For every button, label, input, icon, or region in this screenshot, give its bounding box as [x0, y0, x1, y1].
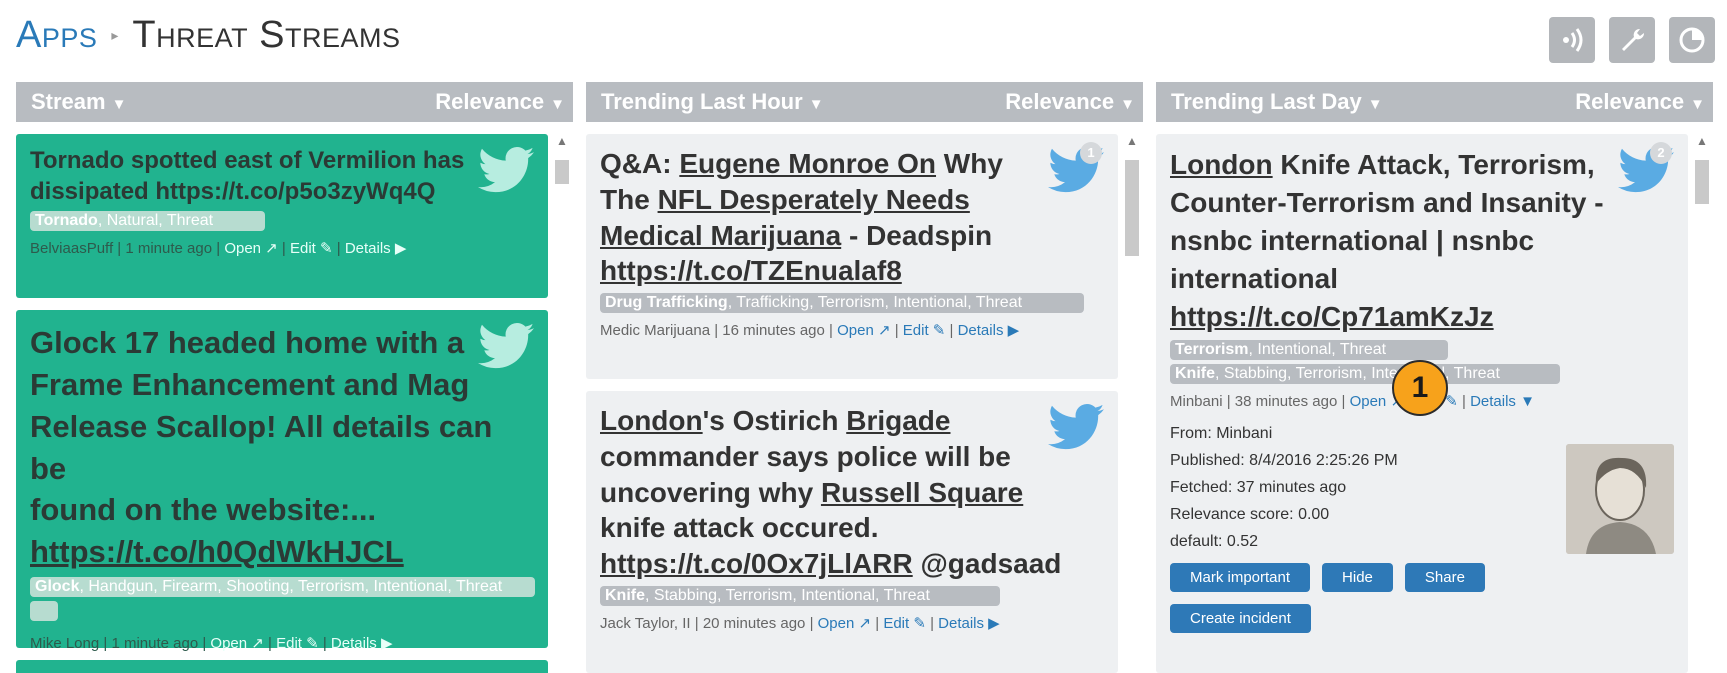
pie-chart-icon	[1679, 27, 1705, 53]
tag-list: Glock, Handgun, Firearm, Shooting, Terro…	[30, 577, 535, 598]
column-stream: Stream ▼ Relevance ▼ Tornado spotted east …	[16, 82, 573, 673]
stream-selector[interactable]: Stream ▼	[31, 89, 126, 115]
scrollbar[interactable]: ▲	[1691, 134, 1713, 673]
avatar	[1566, 444, 1674, 554]
details-toggle[interactable]: Details ▶	[331, 635, 393, 652]
settings-button[interactable]	[1609, 17, 1655, 63]
mark-important-button[interactable]: Mark important	[1170, 563, 1311, 593]
twitter-bird-icon	[478, 146, 534, 193]
stream-card[interactable]: Tornado spotted east of Vermilion has di…	[16, 134, 548, 298]
edit-link[interactable]: Edit ✎	[290, 240, 333, 257]
scroll-up-arrow[interactable]: ▲	[551, 134, 573, 148]
twitter-bird-icon	[1048, 403, 1104, 450]
scroll-thumb[interactable]	[555, 160, 569, 184]
card-actions: Mark important Hide Share Create inciden…	[1170, 563, 1530, 634]
share-button[interactable]: Share	[1404, 563, 1485, 593]
author-portrait-icon	[1566, 444, 1674, 554]
scroll-thumb[interactable]	[1695, 160, 1709, 204]
scroll-thumb[interactable]	[1125, 160, 1139, 256]
card-text: London's Ostirich Brigade commander says…	[600, 405, 1062, 580]
broadcast-button[interactable]	[1549, 17, 1595, 63]
card-text: Q&A: Eugene Monroe On Why The NFL Desper…	[600, 148, 1003, 287]
card-meta: Mike Long | 1 minute ago | Open ↗ | Edit…	[30, 635, 393, 653]
breadcrumb-apps-link[interactable]: Apps	[16, 14, 97, 57]
sort-selector[interactable]: Relevance ▼	[1005, 89, 1135, 115]
broadcast-icon	[1563, 28, 1583, 52]
column-header: Trending Last Hour ▼ Relevance ▼	[586, 82, 1143, 122]
duplicate-count-badge: 2	[1650, 142, 1672, 164]
tag-list: Drug Trafficking, Trafficking, Terrorism…	[600, 293, 1084, 314]
open-link[interactable]: Open ↗	[210, 635, 263, 652]
card-meta: Jack Taylor, II | 20 minutes ago | Open …	[600, 615, 1000, 633]
tag-list: Tornado, Natural, Threat	[30, 211, 265, 232]
details-toggle[interactable]: Details ▶	[345, 240, 407, 257]
toolbar	[1549, 17, 1715, 63]
sort-selector[interactable]: Relevance ▼	[1575, 89, 1705, 115]
hide-button[interactable]: Hide	[1322, 563, 1393, 593]
create-incident-button[interactable]: Create incident	[1170, 604, 1311, 634]
column-trending-hour: Trending Last Hour ▼ Relevance ▼ 1 Q&A: Eu…	[586, 82, 1143, 673]
tweet-link[interactable]: https://t.co/h0QdWkHJCL	[30, 534, 404, 569]
twitter-bird-icon	[478, 322, 534, 369]
card-text: London Knife Attack, Terrorism, Counter-…	[1170, 149, 1604, 333]
breadcrumb: Apps ▸ Threat Streams	[16, 10, 401, 60]
open-link[interactable]: Open ↗	[837, 322, 890, 339]
column-header: Stream ▼ Relevance ▼	[16, 82, 573, 122]
stream-card[interactable]: Glock 17 headed home with a Frame Enhanc…	[16, 310, 548, 652]
column-body: 1 Q&A: Eugene Monroe On Why The NFL Desp…	[586, 134, 1143, 673]
tweet-link[interactable]: https://t.co/Cp71amKzJz	[1170, 301, 1494, 332]
card-meta: BelviaasPuff | 1 minute ago | Open ↗ | E…	[30, 240, 407, 258]
stream-selector[interactable]: Trending Last Day ▼	[1171, 89, 1383, 115]
card-meta: Medic Marijuana | 16 minutes ago | Open …	[600, 322, 1020, 340]
column-header: Trending Last Day ▼ Relevance ▼	[1156, 82, 1713, 122]
open-link[interactable]: Open ↗	[224, 240, 277, 257]
edit-link[interactable]: Edit ✎	[883, 615, 926, 632]
wrench-icon	[1622, 28, 1645, 51]
details-toggle[interactable]: Details ▶	[958, 322, 1020, 339]
tweet-link[interactable]: https://t.co/TZEnualaf8	[600, 255, 902, 286]
details-toggle[interactable]: Details ▼	[1470, 393, 1535, 410]
tag-list-overflow	[30, 601, 58, 622]
card-text: Tornado spotted east of Vermilion has di…	[30, 147, 465, 205]
scroll-up-arrow[interactable]: ▲	[1121, 134, 1143, 148]
duplicate-count-badge: 1	[1080, 142, 1102, 164]
page-title: Threat Streams	[132, 13, 401, 56]
stream-card[interactable]	[16, 660, 548, 673]
tweet-link[interactable]: https://t.co/0Ox7jLlARR	[600, 548, 913, 579]
breadcrumb-separator: ▸	[111, 26, 119, 43]
scrollbar[interactable]: ▲	[551, 134, 573, 673]
sort-selector[interactable]: Relevance ▼	[435, 89, 565, 115]
tag-list: Terrorism, Intentional, Threat	[1170, 340, 1448, 361]
tag-list: Knife, Stabbing, Terrorism, Intentional,…	[1170, 364, 1560, 385]
stream-card[interactable]: 1 Q&A: Eugene Monroe On Why The NFL Desp…	[586, 134, 1118, 379]
stream-card[interactable]: London's Ostirich Brigade commander says…	[586, 391, 1118, 673]
card-text: Glock 17 headed home with a Frame Enhanc…	[30, 325, 493, 570]
tag-list: Knife, Stabbing, Terrorism, Intentional,…	[600, 586, 1000, 607]
edit-link[interactable]: Edit ✎	[903, 322, 946, 339]
scrollbar[interactable]: ▲	[1121, 134, 1143, 673]
column-body: Tornado spotted east of Vermilion has di…	[16, 134, 573, 673]
edit-link[interactable]: Edit ✎	[276, 635, 319, 652]
step-callout-marker: 1	[1392, 360, 1448, 416]
stream-selector[interactable]: Trending Last Hour ▼	[601, 89, 824, 115]
open-link[interactable]: Open ↗	[818, 615, 871, 632]
scroll-up-arrow[interactable]: ▲	[1691, 134, 1713, 148]
analytics-button[interactable]	[1669, 17, 1715, 63]
details-toggle[interactable]: Details ▶	[938, 615, 1000, 632]
